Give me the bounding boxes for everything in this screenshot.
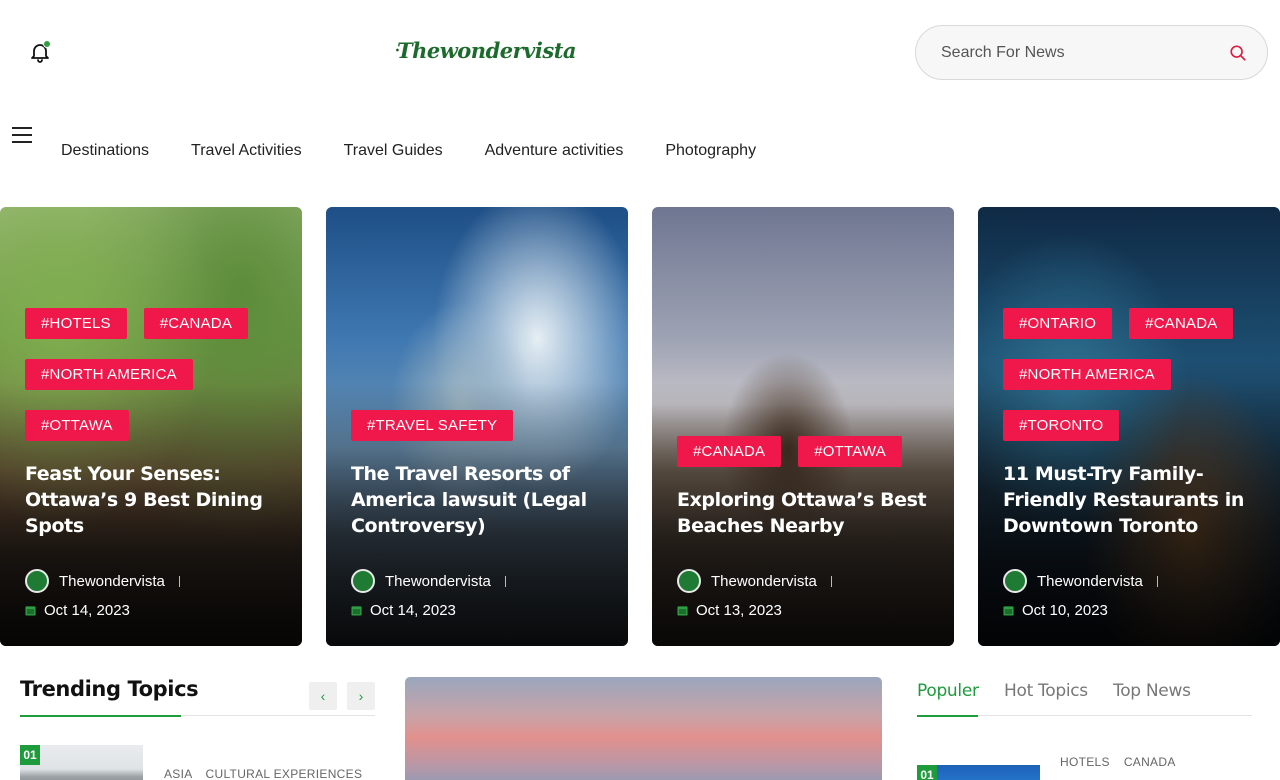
tag-canada[interactable]: #CANADA — [677, 436, 782, 467]
search-icon[interactable] — [1229, 44, 1247, 62]
calendar-icon — [25, 606, 36, 616]
tag-hotels[interactable]: #HOTELS — [25, 308, 127, 339]
nav-item-travel-activities[interactable]: Travel Activities — [170, 142, 323, 160]
featured-card[interactable]: #ONTARIO #CANADA #NORTH AMERICA #TORONTO… — [978, 207, 1280, 646]
featured-card[interactable]: #HOTELS #CANADA #NORTH AMERICA #OTTAWA F… — [0, 207, 302, 646]
main-nav: Destinations Travel Activities Travel Gu… — [0, 118, 1280, 178]
notification-bell-icon[interactable] — [28, 40, 52, 64]
calendar-icon — [351, 606, 362, 616]
tag-ottawa[interactable]: #OTTAWA — [798, 436, 902, 467]
logo-text: Thewondervista — [396, 37, 577, 63]
tag-travel-safety[interactable]: #TRAVEL SAFETY — [351, 410, 514, 441]
calendar-icon — [677, 606, 688, 616]
featured-image[interactable] — [405, 677, 882, 780]
card-title[interactable]: The Travel Resorts of America lawsuit (L… — [351, 461, 610, 539]
category-link[interactable]: CULTURAL EXPERIENCES — [206, 767, 363, 780]
nav-item-photography[interactable]: Photography — [644, 142, 777, 160]
site-logo[interactable]: Thewondervista — [396, 22, 577, 78]
post-date: Oct 10, 2023 — [1022, 602, 1108, 619]
featured-card[interactable]: #TRAVEL SAFETY The Travel Resorts of Ame… — [326, 207, 628, 646]
author-avatar — [351, 569, 375, 593]
list-item[interactable]: 01 ASIA CULTURAL EXPERIENCES — [20, 745, 375, 780]
tag-canada[interactable]: #CANADA — [143, 308, 249, 339]
author-name[interactable]: Thewondervista — [711, 573, 817, 590]
author-avatar — [1003, 569, 1027, 593]
tag-north-america[interactable]: #NORTH AMERICA — [25, 359, 193, 390]
notification-dot — [43, 40, 51, 48]
nav-item-travel-guides[interactable]: Travel Guides — [323, 142, 464, 160]
nav-item-adventure-activities[interactable]: Adventure activities — [464, 142, 645, 160]
featured-card[interactable]: #CANADA #OTTAWA Exploring Ottawa’s Best … — [652, 207, 954, 646]
rank-badge: 01 — [20, 745, 40, 765]
tab-hot-topics[interactable]: Hot Topics — [1004, 681, 1088, 701]
card-title[interactable]: Exploring Ottawa’s Best Beaches Nearby — [677, 487, 936, 539]
tag-toronto[interactable]: #TORONTO — [1003, 410, 1120, 441]
category-link[interactable]: HOTELS — [1060, 755, 1110, 769]
trending-topics-section: Trending Topics ‹ › 01 ASIA CULTURAL EXP… — [20, 677, 375, 780]
category-link[interactable]: ASIA — [164, 767, 193, 780]
author-name[interactable]: Thewondervista — [385, 573, 491, 590]
card-title[interactable]: Feast Your Senses: Ottawa’s 9 Best Dinin… — [25, 461, 284, 539]
author-avatar — [677, 569, 701, 593]
featured-cards: #HOTELS #CANADA #NORTH AMERICA #OTTAWA F… — [0, 207, 1280, 647]
tag-ontario[interactable]: #ONTARIO — [1003, 308, 1113, 339]
card-title[interactable]: 11 Must-Try Family-Friendly Restaurants … — [1003, 461, 1262, 539]
tab-top-news[interactable]: Top News — [1113, 681, 1191, 701]
tag-canada[interactable]: #CANADA — [1129, 308, 1234, 339]
menu-icon[interactable] — [12, 127, 32, 143]
rank-badge: 01 — [917, 765, 937, 780]
next-arrow-button[interactable]: › — [347, 682, 375, 710]
search-input[interactable] — [941, 43, 1229, 62]
tag-north-america[interactable]: #NORTH AMERICA — [1003, 359, 1171, 390]
tag-ottawa[interactable]: #OTTAWA — [25, 410, 129, 441]
tab-populer[interactable]: Populer — [917, 681, 979, 701]
search-bar[interactable] — [915, 25, 1268, 80]
category-link[interactable]: CANADA — [1124, 755, 1176, 769]
post-date: Oct 14, 2023 — [44, 602, 130, 619]
nav-items: Destinations Travel Activities Travel Gu… — [40, 142, 777, 160]
post-date: Oct 14, 2023 — [370, 602, 456, 619]
author-name[interactable]: Thewondervista — [1037, 573, 1143, 590]
site-header: Thewondervista — [0, 0, 1280, 100]
post-date: Oct 13, 2023 — [696, 602, 782, 619]
nav-item-destinations[interactable]: Destinations — [40, 142, 170, 160]
calendar-icon — [1003, 606, 1014, 616]
prev-arrow-button[interactable]: ‹ — [309, 682, 337, 710]
author-avatar — [25, 569, 49, 593]
author-name[interactable]: Thewondervista — [59, 573, 165, 590]
